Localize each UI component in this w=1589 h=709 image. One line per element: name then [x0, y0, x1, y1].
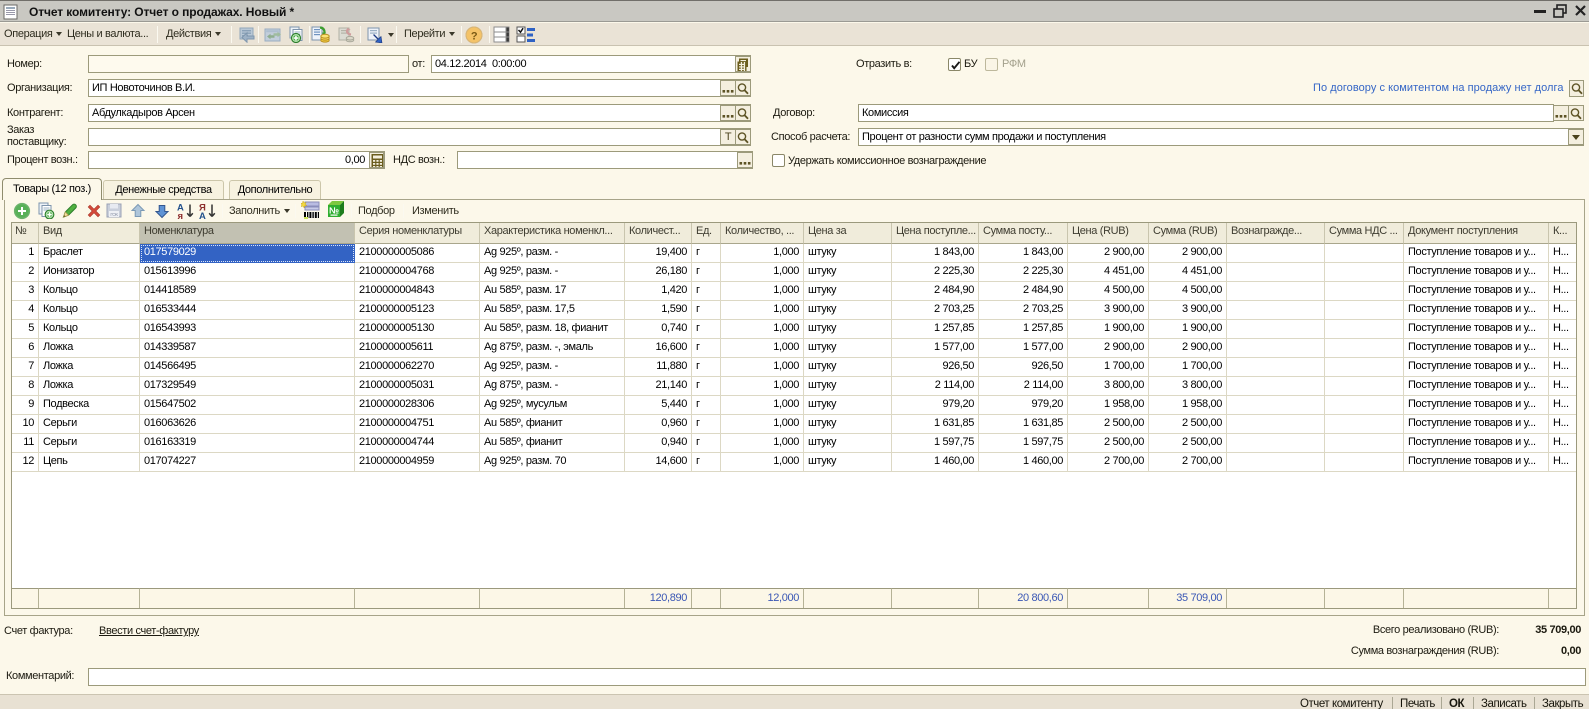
svg-text:ГОК: ГОК [110, 212, 118, 217]
svg-text:А: А [199, 211, 206, 220]
svg-text:№: № [329, 206, 339, 216]
svg-text:я: я [178, 211, 183, 220]
svg-text:?: ? [471, 31, 478, 43]
